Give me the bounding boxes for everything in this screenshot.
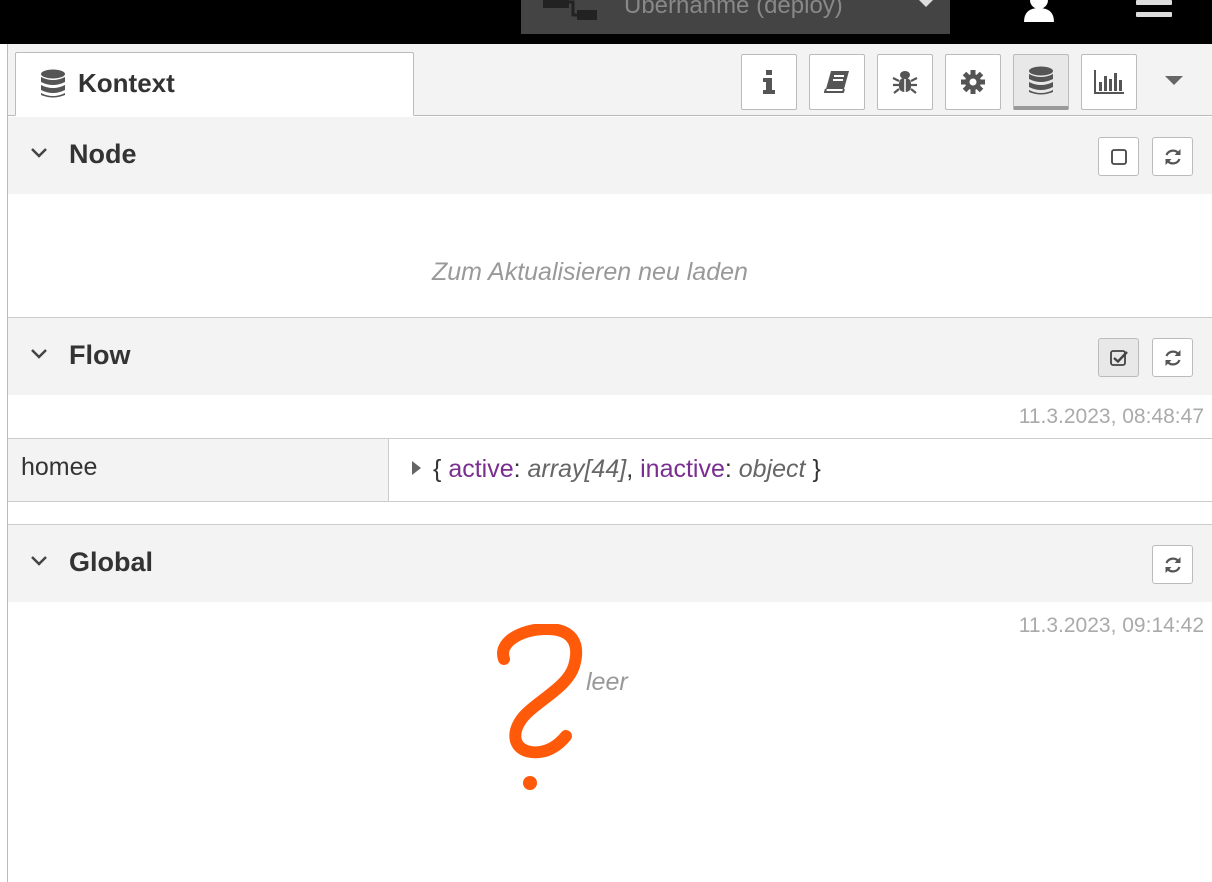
section-global-header[interactable]: Global (8, 525, 1212, 602)
chevron-down-icon (31, 556, 47, 566)
sidebar-context-button[interactable] (1013, 54, 1069, 110)
prop-key: inactive (640, 455, 725, 483)
sidebar-config-button[interactable] (945, 54, 1001, 110)
app-header: Übernahme (deploy) (0, 0, 1212, 44)
section-node-title: Node (69, 139, 137, 169)
refresh-icon (1164, 556, 1181, 573)
section-global-title: Global (69, 547, 154, 577)
section-flow-title: Flow (69, 340, 131, 370)
flow-refresh-button[interactable] (1152, 338, 1193, 377)
global-timestamp: 11.3.2023, 09:14:42 (1018, 614, 1204, 637)
question-mark-annotation (497, 624, 583, 790)
gear-icon (961, 70, 985, 94)
tab-menu-caret-icon[interactable] (1165, 76, 1183, 85)
prop-key: active (448, 455, 514, 483)
prop-type: array[44] (527, 455, 627, 483)
section-flow-header[interactable]: Flow (8, 318, 1212, 395)
checkbox-empty-icon (1110, 148, 1127, 165)
sidebar-debug-button[interactable] (877, 54, 933, 110)
prop-type: object (738, 455, 806, 483)
refresh-icon (1164, 349, 1181, 366)
flow-auto-refresh-checkbox[interactable] (1098, 338, 1139, 377)
global-refresh-button[interactable] (1152, 545, 1193, 584)
node-refresh-button[interactable] (1152, 137, 1193, 176)
node-refresh-hint: Zum Aktualisieren neu laden (432, 258, 748, 286)
context-key: homee (21, 453, 98, 481)
sidebar-panel: Kontext Node Zum Aktualisieren neu laden… (7, 44, 1212, 882)
bar-chart-icon (1094, 70, 1124, 94)
node-auto-refresh-checkbox[interactable] (1098, 137, 1139, 176)
sidebar-info-button[interactable] (741, 54, 797, 110)
context-value[interactable]: { active: array[44], inactive: object } (412, 455, 821, 484)
context-key-cell: homee (8, 439, 389, 501)
checkbox-checked-icon (1109, 349, 1128, 366)
deploy-icon (543, 0, 597, 20)
chevron-down-icon (31, 148, 47, 158)
deploy-menu-caret-icon[interactable] (917, 0, 935, 7)
menu-icon[interactable] (1136, 0, 1172, 20)
database-icon (41, 69, 65, 98)
table-row[interactable]: homee { active: array[44], inactive: obj… (8, 438, 1212, 502)
bug-icon (892, 71, 918, 94)
deploy-button[interactable]: Übernahme (deploy) (521, 0, 950, 34)
user-icon[interactable] (1022, 0, 1056, 22)
tab-label: Kontext (78, 68, 175, 98)
sidebar-dashboard-button[interactable] (1081, 54, 1137, 110)
tab-context[interactable]: Kontext (15, 52, 414, 116)
info-icon (763, 70, 775, 94)
section-node-header[interactable]: Node (8, 117, 1212, 194)
refresh-icon (1164, 148, 1181, 165)
sidebar-tabbar: Kontext (8, 44, 1212, 116)
flow-timestamp: 11.3.2023, 08:48:47 (1018, 405, 1204, 428)
expand-caret-icon[interactable] (412, 461, 421, 475)
deploy-label: Übernahme (deploy) (624, 0, 843, 19)
book-icon (824, 71, 849, 93)
database-icon (1029, 66, 1053, 94)
sidebar-help-button[interactable] (809, 54, 865, 110)
chevron-down-icon (31, 349, 47, 359)
